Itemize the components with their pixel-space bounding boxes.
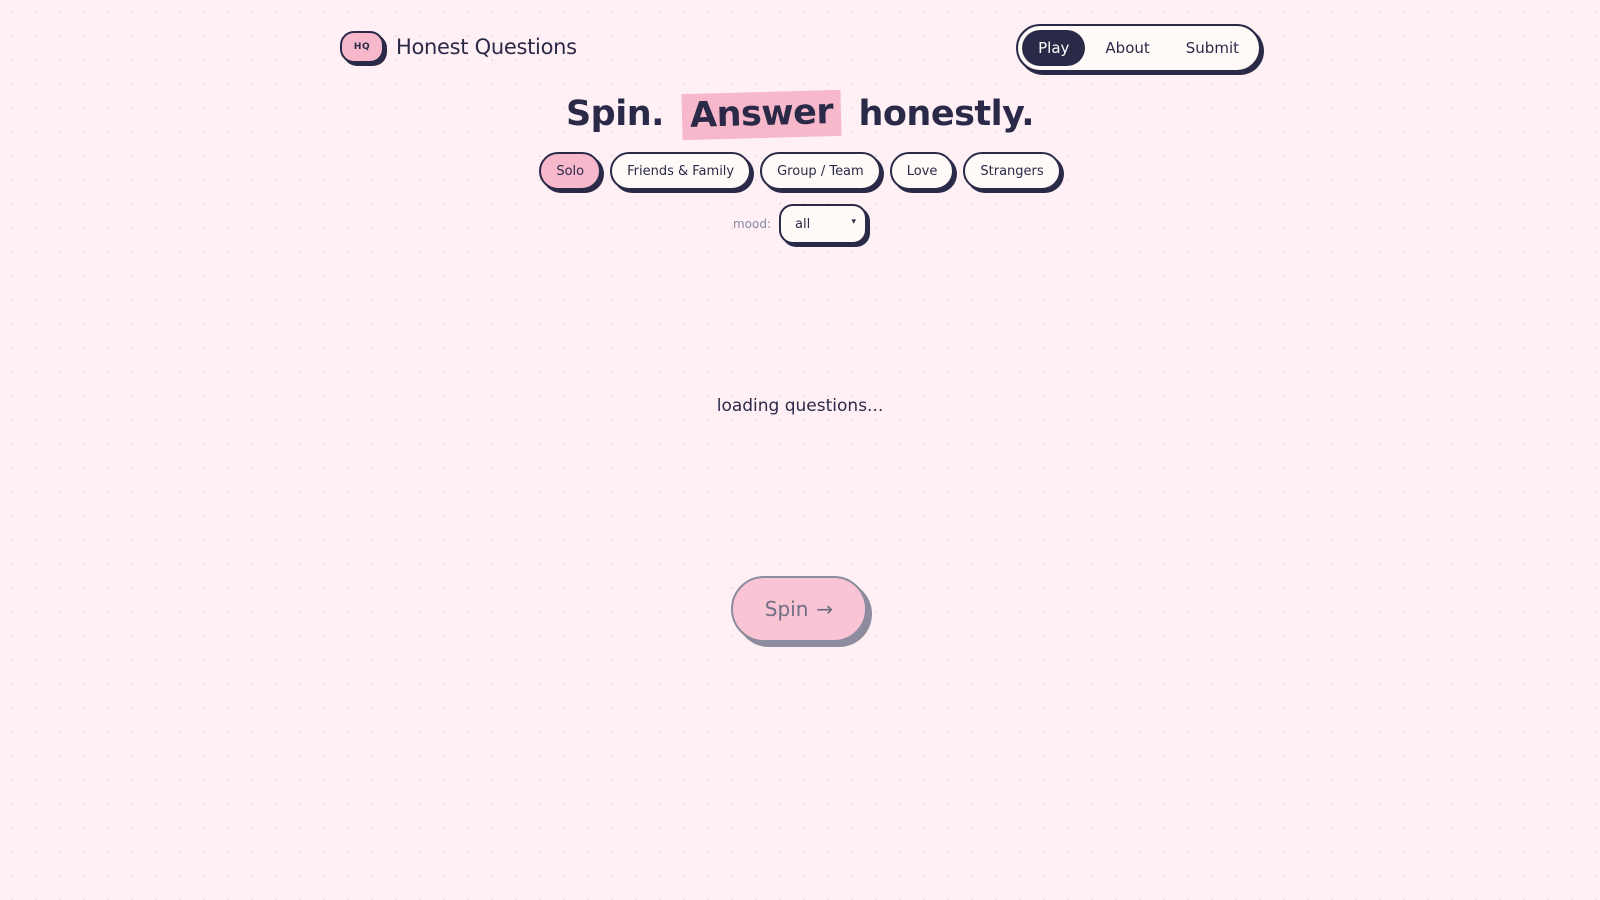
app-title: Honest Questions [396,35,577,59]
logo[interactable]: HQ Honest Questions [340,31,577,63]
category-friends-family[interactable]: Friends & Family [610,152,752,190]
mood-label: mood: [732,217,772,231]
chevron-down-icon: ▾ [851,217,857,227]
loading-status: loading questions... [716,396,884,416]
nav-play[interactable]: Play [1022,30,1086,66]
spin-button[interactable]: Spin → [731,576,867,642]
category-group-team[interactable]: Group / Team [760,152,881,190]
mood-select[interactable]: all ▾ [779,204,868,244]
hero-text-honestly: honestly. [858,94,1035,134]
category-love[interactable]: Love [889,152,955,190]
logo-badge: HQ [340,31,384,63]
nav-bar: Play About Submit [1016,24,1261,72]
hero-heading: Spin. Answer honestly. [0,89,1600,141]
spin-button-label: Spin [764,597,809,621]
hero-highlight: Answer [681,89,842,141]
mood-filter: mood: all ▾ [0,204,1600,244]
category-chips: Solo Friends & Family Group / Team Love … [0,152,1600,190]
nav-about[interactable]: About [1089,30,1165,66]
hero-text-spin: Spin. [565,94,664,134]
arrow-right-icon: → [816,597,834,621]
nav-submit[interactable]: Submit [1170,30,1255,66]
header: HQ Honest Questions Play About Submit [340,24,1261,72]
category-strangers[interactable]: Strangers [963,152,1061,190]
mood-selected-value: all [795,216,811,232]
category-solo[interactable]: Solo [539,152,602,190]
